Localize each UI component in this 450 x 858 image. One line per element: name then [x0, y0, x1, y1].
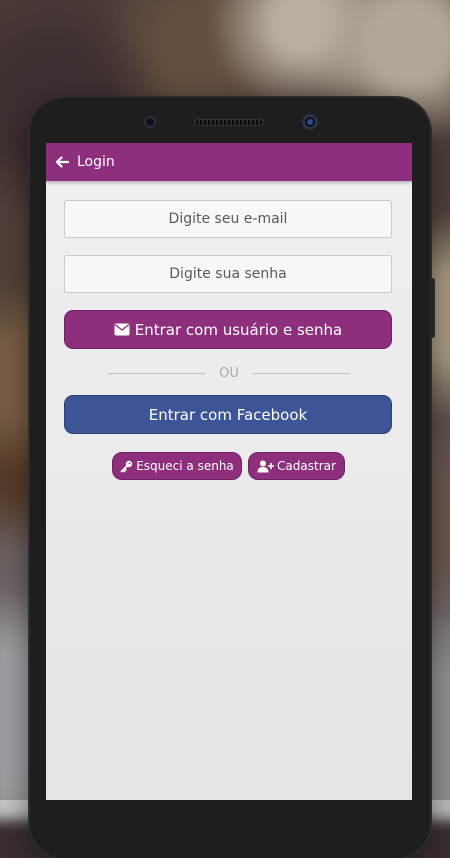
phone-side-button — [430, 278, 435, 338]
login-button-label: Entrar com usuário e senha — [134, 320, 343, 339]
phone-sensor — [144, 116, 156, 128]
email-field[interactable] — [64, 200, 392, 238]
envelope-icon — [114, 323, 130, 336]
divider-line-right — [252, 372, 350, 374]
register-label: Cadastrar — [277, 459, 336, 473]
user-plus-icon — [257, 460, 275, 472]
login-button[interactable]: Entrar com usuário e senha — [64, 310, 392, 349]
key-icon — [120, 460, 133, 472]
forgot-password-label: Esqueci a senha — [136, 459, 234, 473]
page-title: Login — [77, 154, 115, 170]
app-bar: Login — [46, 143, 412, 181]
arrow-left-icon[interactable] — [54, 154, 70, 170]
facebook-login-button[interactable]: Entrar com Facebook — [64, 395, 392, 434]
forgot-password-button[interactable]: Esqueci a senha — [112, 452, 242, 480]
divider-line-left — [108, 372, 206, 374]
facebook-button-label: Entrar com Facebook — [148, 405, 308, 424]
password-field[interactable] — [64, 255, 392, 293]
or-divider: OU — [108, 365, 350, 381]
divider-text: OU — [219, 365, 239, 381]
register-button[interactable]: Cadastrar — [248, 452, 345, 480]
phone-speaker — [194, 119, 264, 126]
phone-front-camera — [302, 114, 318, 130]
app-screen: Login Entrar com usuário e senha OU Entr… — [46, 143, 412, 800]
